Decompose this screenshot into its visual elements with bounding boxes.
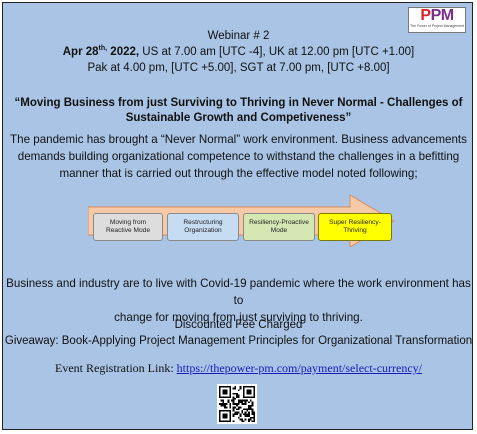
qr-code-icon[interactable] <box>217 384 257 424</box>
giveaway-note: Giveaway: Book-Applying Project Manageme… <box>4 335 473 347</box>
registration-label: Event Registration Link: <box>55 361 177 375</box>
model-step-restructuring: Restructuring Organization <box>167 213 239 241</box>
model-step-reactive: Moving from Reactive Mode <box>93 213 163 241</box>
intro-paragraph: The pandemic has brought a “Never Normal… <box>10 133 467 180</box>
webinar-times-line: Pak at 4.00 pm, [UTC +5.00], SGT at 7.00… <box>87 62 390 74</box>
webinar-flyer: PPM The Power of Project Management Webi… <box>2 2 473 430</box>
fee-note: Discounted Fee Charged <box>174 319 303 331</box>
model-diagram: Moving from Reactive Mode Restructuring Or… <box>88 195 394 247</box>
webinar-title: “Moving Business from just Surviving to … <box>14 97 463 124</box>
webinar-number: Webinar # 2 <box>207 30 270 42</box>
logo-tagline: The Power of Project Management <box>409 24 465 28</box>
webinar-date-line: Apr 28th, 2022, US at 7.00 am [UTC -4], … <box>62 45 415 58</box>
model-step-resiliency: Resiliency-Proactive Mode <box>243 213 315 241</box>
registration-link[interactable]: https://thepower-pm.com/payment/select-c… <box>177 361 422 375</box>
registration-line: Event Registration Link: https://thepowe… <box>3 361 474 376</box>
logo-wordmark: PPM <box>420 7 454 24</box>
model-step-super-resiliency: Super Resiliency- Thriving <box>318 213 392 241</box>
